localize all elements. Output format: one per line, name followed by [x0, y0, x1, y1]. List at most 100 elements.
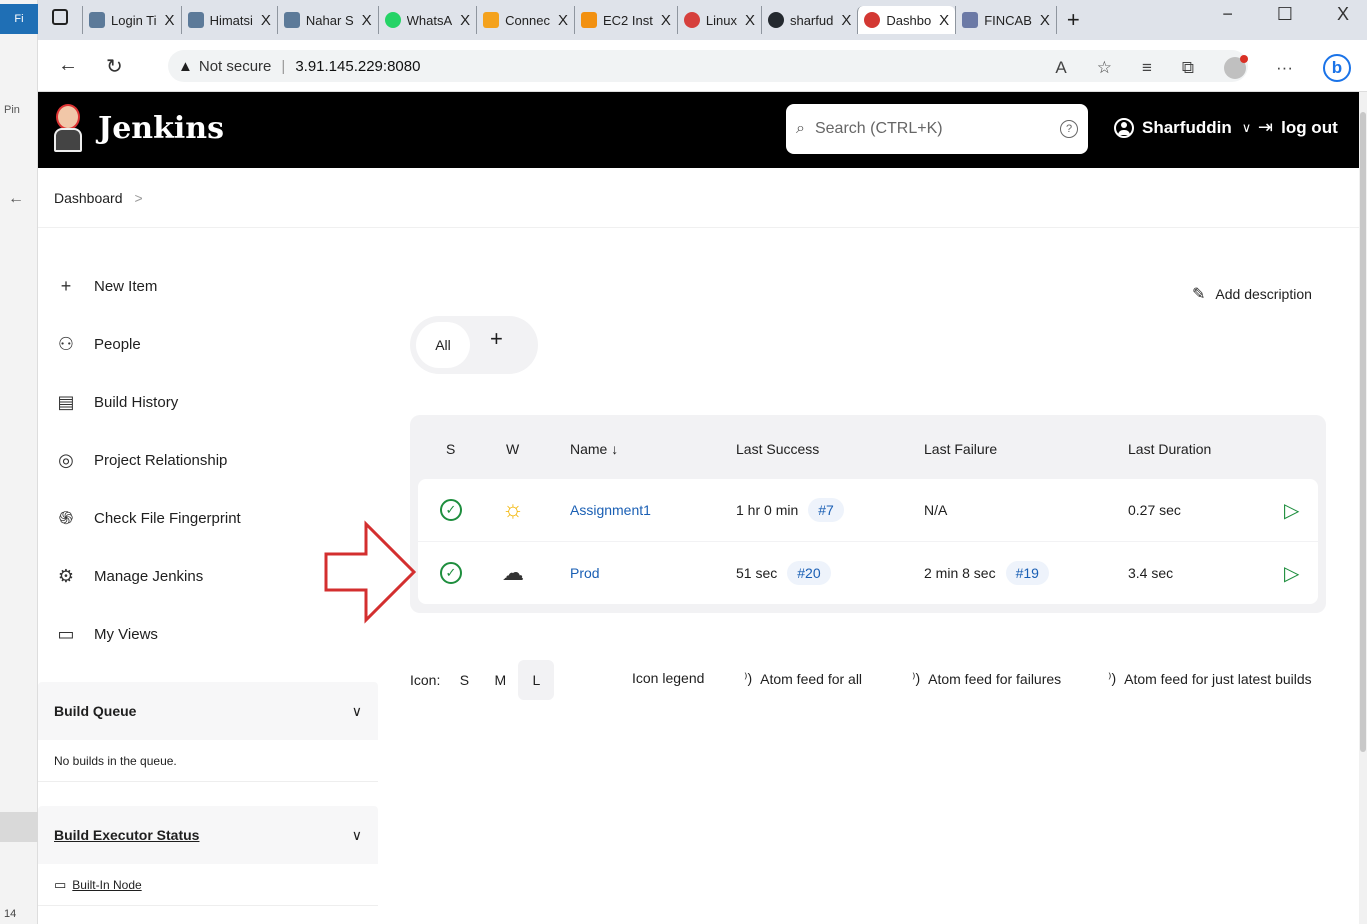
job-link[interactable]: Prod: [570, 565, 600, 581]
side-app-tile[interactable]: Fi: [0, 4, 38, 34]
browser-tab[interactable]: Himatsi X: [180, 6, 277, 34]
column-name[interactable]: Name ↓: [570, 441, 618, 457]
job-link[interactable]: Assignment1: [570, 502, 651, 518]
task-manage-jenkins[interactable]: ⚙ Manage Jenkins: [38, 556, 358, 596]
back-arrow-icon[interactable]: ←: [58, 54, 78, 77]
browser-tab[interactable]: FINCAB X: [955, 6, 1056, 34]
browser-tab[interactable]: sharfud X: [760, 6, 857, 34]
security-label[interactable]: Not secure: [199, 58, 272, 75]
chevron-down-icon[interactable]: ∨: [1242, 120, 1252, 136]
icon-size-s[interactable]: S: [446, 660, 482, 700]
tab-close-icon[interactable]: X: [1040, 12, 1050, 29]
task-check-file-fingerprint[interactable]: ֍ Check File Fingerprint: [38, 498, 358, 538]
projects-table: S W Name ↓ Last Success Last Failure Las…: [410, 415, 1326, 613]
tab-all[interactable]: All: [416, 322, 470, 368]
page-scrollbar[interactable]: [1359, 92, 1367, 924]
atom-feed-all-link[interactable]: ⁾) Atom feed for all: [744, 670, 862, 687]
tab-close-icon[interactable]: X: [165, 12, 175, 29]
refresh-icon[interactable]: ↻: [106, 54, 123, 79]
table-row: ✓ ☼ Assignment1 1 hr 0 min #7 N/A 0.27 se…: [418, 479, 1318, 541]
schedule-build-play-icon[interactable]: ▷: [1284, 498, 1299, 523]
column-weather[interactable]: W: [506, 441, 519, 457]
tab-close-icon[interactable]: X: [261, 12, 271, 29]
atom-feed-latest-link[interactable]: ⁾) Atom feed for just latest builds: [1108, 670, 1312, 687]
schedule-build-play-icon[interactable]: ▷: [1284, 561, 1299, 586]
browser-tab[interactable]: Connec X: [476, 6, 574, 34]
breadcrumb-dashboard[interactable]: Dashboard: [54, 190, 123, 206]
add-favorite-icon[interactable]: ☆: [1097, 58, 1112, 78]
build-queue-header[interactable]: Build Queue ∨: [38, 682, 378, 740]
profile-avatar-icon[interactable]: [1224, 55, 1249, 79]
task-my-views[interactable]: ▭ My Views: [38, 614, 358, 654]
task-build-history[interactable]: ▤ Build History: [38, 382, 358, 422]
bing-icon[interactable]: b: [1323, 54, 1351, 82]
add-view-button[interactable]: +: [490, 326, 503, 352]
tab-close-icon[interactable]: X: [841, 12, 851, 29]
tab-close-icon[interactable]: X: [460, 12, 470, 29]
minimize-button[interactable]: −: [1222, 4, 1233, 25]
logout-link[interactable]: ⇥ log out: [1258, 117, 1338, 138]
task-project-relationship[interactable]: ◎ Project Relationship: [38, 440, 358, 480]
tab-close-icon[interactable]: X: [661, 12, 671, 29]
help-icon[interactable]: ?: [1060, 120, 1078, 138]
column-last-duration[interactable]: Last Duration: [1128, 441, 1211, 457]
column-last-failure[interactable]: Last Failure: [924, 441, 997, 457]
tab-favicon-icon: [283, 12, 300, 28]
chevron-down-icon[interactable]: ∨: [352, 703, 362, 720]
close-window-button[interactable]: X: [1337, 4, 1349, 25]
favorites-icon[interactable]: ≡: [1142, 58, 1152, 78]
workspaces-icon[interactable]: [52, 9, 68, 25]
build-queue-empty: No builds in the queue.: [54, 753, 177, 768]
warning-icon[interactable]: ▲: [178, 58, 193, 75]
tab-close-icon[interactable]: X: [745, 12, 755, 29]
build-number-link[interactable]: #19: [1005, 561, 1049, 585]
breadcrumb-chevron-icon[interactable]: >: [135, 190, 143, 206]
add-description-link[interactable]: ✎ Add description: [1192, 284, 1312, 304]
breadcrumb: Dashboard >: [38, 168, 1367, 228]
url-text[interactable]: 3.91.145.229:8080: [295, 58, 420, 75]
icon-size-m[interactable]: M: [482, 660, 518, 700]
collections-icon[interactable]: ⧉: [1182, 58, 1194, 78]
task-new-item[interactable]: + New Item: [38, 266, 358, 306]
window-controls: − ☐ X: [1222, 4, 1349, 25]
side-back-icon[interactable]: ←: [8, 190, 24, 208]
tab-favicon-icon: [187, 12, 204, 28]
build-number-link[interactable]: #7: [808, 498, 844, 522]
column-status[interactable]: S: [446, 441, 455, 457]
computer-icon: ▭: [54, 876, 67, 892]
user-menu[interactable]: Sharfuddin ∨: [1114, 118, 1251, 138]
task-people[interactable]: ⚇ People: [38, 324, 358, 364]
icon-legend-link[interactable]: Icon legend: [632, 670, 704, 686]
browser-tab[interactable]: Nahar SX: [276, 6, 378, 34]
icon-size-l[interactable]: L: [518, 660, 555, 700]
atom-feed-label: Atom feed for just latest builds: [1124, 670, 1312, 687]
chevron-down-icon[interactable]: ∨: [352, 827, 362, 844]
build-number-link[interactable]: #20: [787, 561, 831, 585]
browser-tab[interactable]: Linux X: [676, 6, 761, 34]
more-icon[interactable]: ···: [1276, 58, 1293, 78]
search-input[interactable]: [814, 120, 1060, 138]
executor-status-title[interactable]: Build Executor Status: [54, 827, 199, 843]
browser-tab[interactable]: Login Ti X: [82, 6, 181, 34]
search-icon: ⌕: [796, 120, 805, 137]
whatsapp-icon: [384, 12, 401, 28]
atom-feed-failures-link[interactable]: ⁾) Atom feed for failures: [912, 670, 1061, 687]
new-tab-button[interactable]: +: [1055, 6, 1090, 34]
maximize-button[interactable]: ☐: [1277, 4, 1293, 25]
scrollbar-thumb[interactable]: [1360, 112, 1366, 752]
last-failure-time: N/A: [924, 502, 948, 518]
tab-close-icon[interactable]: X: [362, 12, 372, 29]
pencil-icon: ✎: [1192, 286, 1206, 303]
browser-tab[interactable]: WhatsA X: [377, 6, 477, 34]
built-in-node-link[interactable]: Built-In Node: [72, 878, 141, 892]
read-aloud-icon[interactable]: A: [1055, 58, 1066, 78]
browser-side-strip: Fi Pin ← 14: [0, 0, 38, 924]
browser-tab[interactable]: EC2 Inst X: [574, 6, 677, 34]
tab-close-icon[interactable]: X: [939, 12, 949, 29]
jenkins-logo-link[interactable]: Jenkins: [52, 102, 224, 154]
executor-status-header[interactable]: Build Executor Status ∨: [38, 806, 378, 864]
browser-tab-active[interactable]: Dashbo X: [857, 6, 956, 34]
window-icon: ▭: [57, 623, 75, 644]
column-last-success[interactable]: Last Success: [736, 441, 819, 457]
tab-close-icon[interactable]: X: [558, 12, 568, 29]
